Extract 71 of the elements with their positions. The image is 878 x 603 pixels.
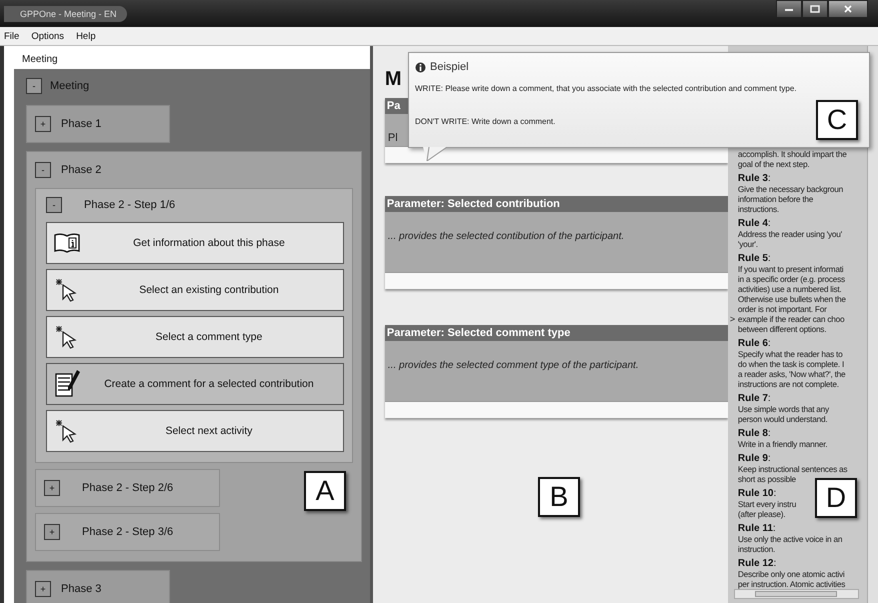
activity-button[interactable]: Select a comment type [46,316,344,358]
vertical-scrollbar[interactable] [867,46,878,603]
rule-title: Rule 12: [738,558,776,569]
maximize-button[interactable] [802,0,828,18]
tooltip-title: Beispiel [430,61,469,73]
rule-text: If you want to present informati in a specific order (e.g. process activities) use a numbered list. Otherwise use bullets when the order is not important. For example if the reader can choo between different options. [738,264,846,334]
rule-title: Rule 3: [738,173,771,184]
expand-toggle[interactable]: + [44,524,60,540]
expand-toggle[interactable]: + [35,116,51,132]
menu-item[interactable]: Help [76,30,96,42]
expand-toggle[interactable]: - [46,197,62,213]
expand-toggle[interactable]: - [35,162,51,178]
rule-title: Rule 9: [738,453,771,464]
activity-button[interactable]: Get information about this phase [46,222,344,264]
tooltip-text: DON'T WRITE: Write down a comment. [415,117,556,126]
callout-label: B [538,477,580,517]
phase-label: Phase 3 [61,583,102,595]
menu-item[interactable]: Options [31,30,64,42]
rule-title: Rule 7: [738,393,771,404]
activity-button[interactable]: Select an existing contribution [46,269,344,311]
minimize-button[interactable] [776,0,802,18]
rule-title: Rule 6: [738,338,771,349]
panel-title: Meeting [21,53,59,67]
rule-text: Address the reader using 'you' 'your'. [738,229,842,249]
step-label: Phase 2 - Step 3/6 [82,526,174,538]
parameter-description: ... provides the selected comment type of the participant. [388,360,639,371]
window-title: GPPOne - Meeting - EN [4,6,127,22]
rule-title: Rule 5: [738,253,771,264]
rule-title: Rule 4: [738,218,771,229]
close-icon [843,5,853,13]
phase-label: Phase 1 [61,118,102,130]
parameter-header: Parameter: Selected comment type [384,325,728,341]
collapse-toggle[interactable]: - [26,78,42,94]
menu-item[interactable]: File [4,30,20,42]
maximize-icon [810,5,820,13]
activity-button[interactable]: Select next activity [46,410,344,452]
close-button[interactable] [828,0,868,18]
note-pencil-icon [53,369,81,399]
minimize-icon [784,6,794,12]
rule-text: accomplish. It should impart the goal of the next step. [738,149,847,169]
expand-toggle[interactable]: + [35,581,51,597]
callout-label: C [816,100,858,140]
expand-arrow[interactable]: > [730,314,736,324]
expand-toggle[interactable]: + [44,480,60,496]
rule-title: Rule 8: [738,428,771,439]
step-label: Phase 2 - Step 2/6 [82,482,174,494]
parameter-description: ... provides the selected contibution of the participant. [388,231,624,242]
activity-button[interactable]: Create a comment for a selected contribution [46,363,344,405]
step-label: Phase 2 - Step 1/6 [84,199,176,211]
phase-label: Phase 2 [61,164,102,176]
rule-text: Specify what the reader has to do when the task is complete. I a reader asks, 'Now what?', the instructions are not complete. [738,349,846,389]
rule-text: Start every instru (after please). [738,499,796,519]
parameter-description: Pl [388,132,398,144]
rule-text: Use simple words that any person would understand. [738,404,829,424]
page-heading: M [384,68,402,92]
tree-label: Meeting [50,80,90,92]
rule-text: Describe only one atomic activi per instruction. Atomic activities [738,569,846,589]
rule-text: Give the necessary backgroun information before the instructions. [738,184,843,214]
horizontal-scrollbar[interactable] [734,589,860,599]
book-info-icon [53,232,81,254]
info-icon [415,62,426,72]
rule-title: Rule 10: [738,488,776,499]
tooltip-text: WRITE: Please write down a comment, that you associate with the selected contribution and comment type. [415,84,798,93]
rule-text: Write in a friendly manner. [738,439,828,449]
parameter-header: Parameter: Selected contribution [384,196,728,212]
callout-label: A [304,471,346,511]
parameter-input[interactable] [384,401,728,418]
rule-text: Use only the active voice in an instruction. [738,534,842,554]
rule-title: Rule 11: [738,523,776,534]
parameter-input[interactable] [384,272,728,289]
callout-label: D [815,478,857,518]
